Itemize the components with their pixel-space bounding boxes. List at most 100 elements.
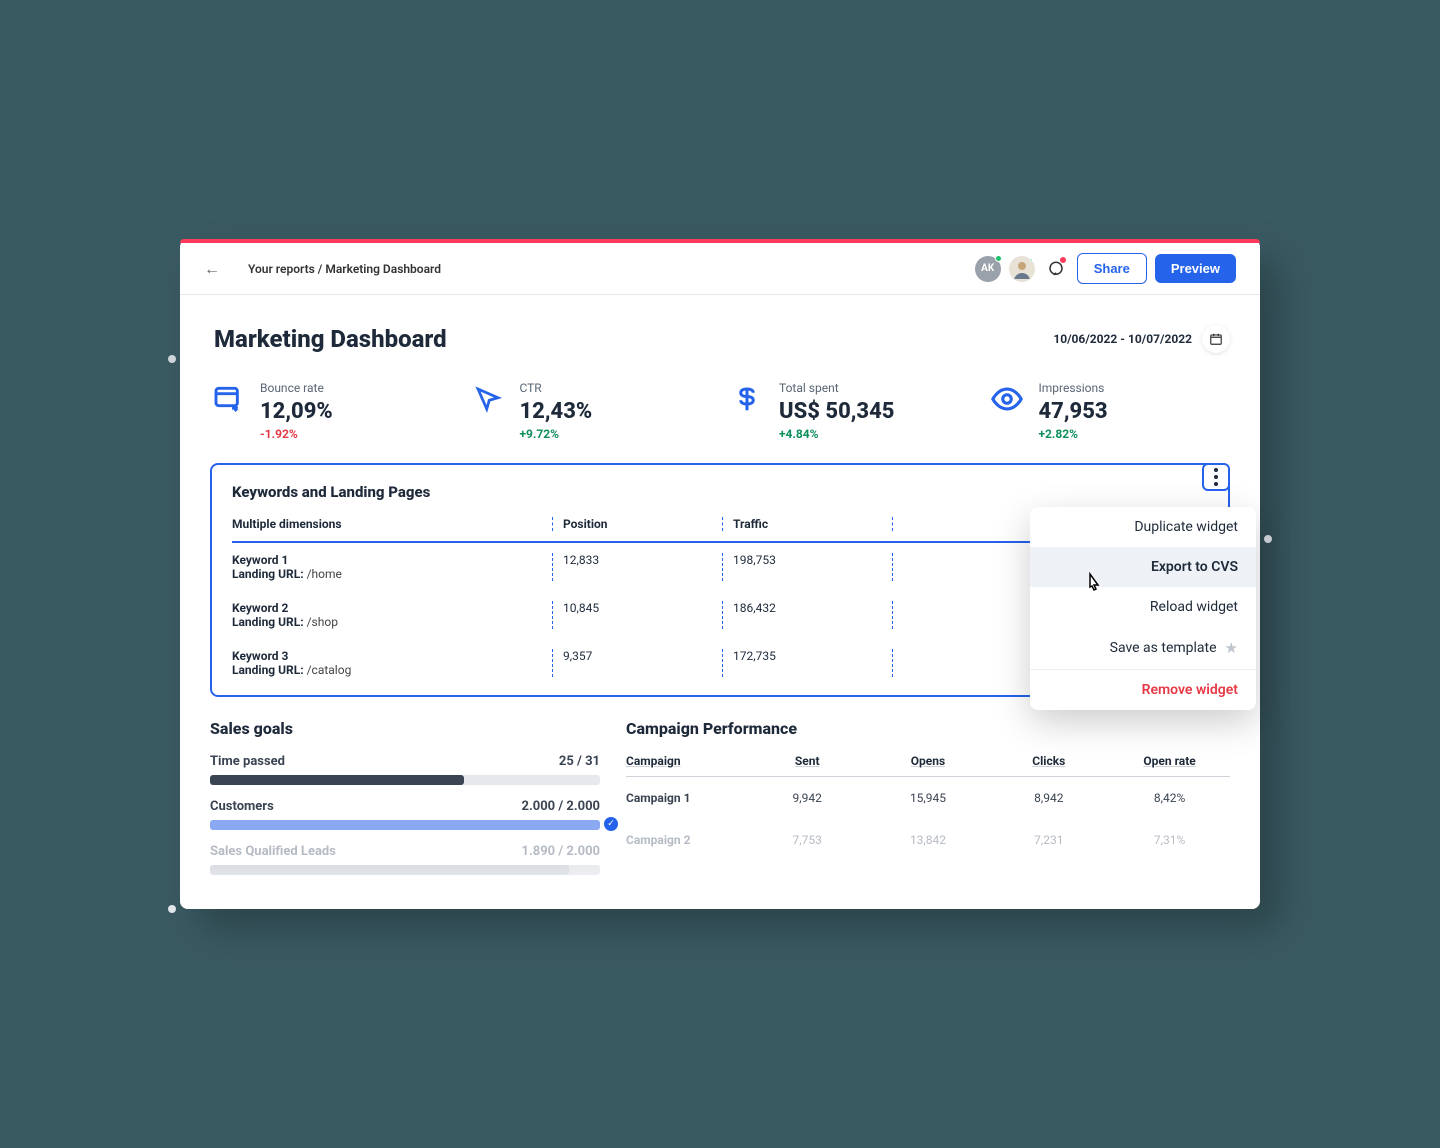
widget-title: Sales goals: [210, 719, 600, 738]
metric-delta: +2.82%: [1039, 427, 1108, 441]
decorative-dot: [1264, 535, 1272, 543]
menu-item-save-as-template[interactable]: Save as template★: [1030, 627, 1256, 669]
column-header[interactable]: Multiple dimensions: [232, 517, 552, 531]
metric-card: Total spent US$ 50,345 +4.84%: [729, 381, 971, 441]
comments-icon[interactable]: [1043, 256, 1069, 282]
metric-label: CTR: [520, 381, 593, 395]
cell-traffic: 186,432: [722, 601, 892, 629]
cell: 9,942: [747, 791, 868, 805]
decorative-dot: [168, 905, 176, 913]
avatar-ak[interactable]: AK: [975, 256, 1001, 282]
metric-value: 12,09%: [260, 399, 333, 424]
metrics-row: Bounce rate 12,09% -1.92% CTR 12,43% +9.…: [210, 381, 1230, 441]
goal-label: Time passed: [210, 754, 285, 769]
progress-fill: [210, 775, 464, 785]
dollar-icon: [729, 381, 765, 417]
metric-label: Bounce rate: [260, 381, 333, 395]
keyword-name: Keyword 2: [232, 601, 552, 615]
column-header[interactable]: Position: [552, 517, 722, 531]
metric-label: Impressions: [1039, 381, 1108, 395]
metric-delta: -1.92%: [260, 427, 333, 441]
cell-position: 12,833: [552, 553, 722, 581]
metric-delta: +4.84%: [779, 427, 895, 441]
back-arrow-icon[interactable]: ←: [204, 259, 220, 279]
cell: 7,753: [747, 833, 868, 847]
column-header[interactable]: Opens: [868, 754, 989, 768]
cell: Campaign 2: [626, 833, 747, 847]
table-row[interactable]: Campaign 27,75313,8427,2317,31%: [626, 819, 1230, 861]
progress-bar: [210, 775, 600, 785]
metric-value: US$ 50,345: [779, 399, 895, 424]
column-header[interactable]: Clicks: [988, 754, 1109, 768]
cell: 15,945: [868, 791, 989, 805]
star-icon: ★: [1225, 639, 1238, 657]
progress-fill: [210, 865, 569, 875]
column-header[interactable]: Sent: [747, 754, 868, 768]
preview-button[interactable]: Preview: [1155, 254, 1236, 283]
landing-url-label: Landing URL:: [232, 567, 304, 581]
cursor-icon: [470, 381, 506, 417]
menu-item-reload-widget[interactable]: Reload widget: [1030, 587, 1256, 627]
page-content: Marketing Dashboard 10/06/2022 - 10/07/2…: [180, 295, 1260, 909]
eye-icon: [989, 381, 1025, 417]
column-header[interactable]: Campaign: [626, 754, 747, 768]
widget-title: Campaign Performance: [626, 719, 1230, 738]
sales-goals-widget: Sales goals Time passed 25 / 31 Customer…: [210, 719, 600, 889]
cell-traffic: 198,753: [722, 553, 892, 581]
goal-row: Sales Qualified Leads 1.890 / 2.000: [210, 844, 600, 875]
cell: 13,842: [868, 833, 989, 847]
landing-url-label: Landing URL:: [232, 663, 304, 677]
progress-fill: [210, 820, 600, 830]
progress-bar: ✓: [210, 820, 600, 830]
calendar-icon[interactable]: [1202, 325, 1230, 353]
share-button[interactable]: Share: [1077, 253, 1147, 284]
goal-value: 1.890 / 2.000: [522, 844, 601, 859]
top-bar: ← Your reports / Marketing Dashboard AK …: [180, 243, 1260, 295]
campaign-table-header: CampaignSentOpensClicksOpen rate: [626, 754, 1230, 777]
check-icon: ✓: [604, 817, 618, 831]
metric-card: CTR 12,43% +9.72%: [470, 381, 712, 441]
goal-row: Customers 2.000 / 2.000 ✓: [210, 799, 600, 830]
menu-item-export-to-cvs[interactable]: Export to CVS: [1030, 547, 1256, 587]
keyword-name: Keyword 1: [232, 553, 552, 567]
metric-label: Total spent: [779, 381, 895, 395]
app-window: ← Your reports / Marketing Dashboard AK …: [180, 239, 1260, 909]
page-title: Marketing Dashboard: [214, 325, 447, 353]
cell-traffic: 172,735: [722, 649, 892, 677]
metric-value: 12,43%: [520, 399, 593, 424]
column-header[interactable]: Open rate: [1109, 754, 1230, 768]
table-row[interactable]: Campaign 19,94215,9458,9428,42%: [626, 777, 1230, 819]
landing-url-path: /shop: [307, 615, 338, 629]
date-range-text: 10/06/2022 - 10/07/2022: [1053, 332, 1192, 346]
landing-url-label: Landing URL:: [232, 615, 304, 629]
metric-value: 47,953: [1039, 399, 1108, 424]
notification-dot-icon: [1060, 257, 1066, 263]
keywords-widget: Keywords and Landing Pages Duplicate wid…: [210, 463, 1230, 697]
widget-context-menu: Duplicate widgetExport to CVSReload widg…: [1030, 507, 1256, 710]
presence-dot-icon: [995, 255, 1002, 262]
goal-label: Sales Qualified Leads: [210, 844, 336, 859]
cell-position: 9,357: [552, 649, 722, 677]
cell: 8,942: [988, 791, 1109, 805]
goal-label: Customers: [210, 799, 274, 814]
pointer-cursor-icon: [1082, 571, 1106, 600]
presence-dot-icon: [1029, 256, 1035, 262]
column-header[interactable]: Traffic: [722, 517, 892, 531]
menu-item-remove-widget[interactable]: Remove widget: [1030, 669, 1256, 710]
goal-value: 2.000 / 2.000: [522, 799, 601, 814]
cell-position: 10,845: [552, 601, 722, 629]
metric-delta: +9.72%: [520, 427, 593, 441]
metric-card: Bounce rate 12,09% -1.92%: [210, 381, 452, 441]
menu-item-duplicate-widget[interactable]: Duplicate widget: [1030, 507, 1256, 547]
keyword-name: Keyword 3: [232, 649, 552, 663]
date-range-picker[interactable]: 10/06/2022 - 10/07/2022: [1053, 325, 1230, 353]
browser-exit-icon: [210, 381, 246, 417]
goal-value: 25 / 31: [559, 754, 600, 769]
avatar-user2[interactable]: [1009, 256, 1035, 282]
goal-row: Time passed 25 / 31: [210, 754, 600, 785]
breadcrumb[interactable]: Your reports / Marketing Dashboard: [248, 262, 441, 276]
widget-menu-button[interactable]: [1202, 463, 1230, 491]
cell: Campaign 1: [626, 791, 747, 805]
landing-url-path: /home: [307, 567, 342, 581]
cell: 7,231: [988, 833, 1109, 847]
